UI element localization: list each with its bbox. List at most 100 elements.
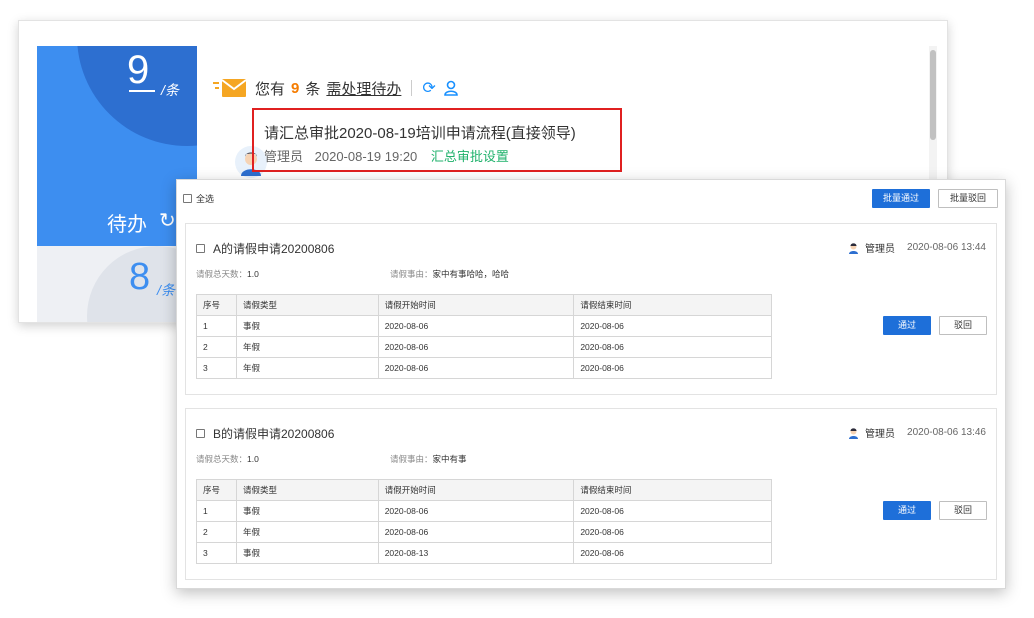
- leave-reason-value: 家中有事哈哈，哈哈: [432, 269, 510, 279]
- leave-reason-value: 家中有事: [432, 454, 467, 464]
- table-cell: 2020-08-06: [377, 357, 575, 379]
- pending-count-underline: [129, 90, 155, 92]
- table-cell: 2020-08-06: [573, 542, 772, 564]
- approve-button[interactable]: 通过: [883, 501, 931, 520]
- column-header: 序号: [196, 294, 237, 316]
- user-icon[interactable]: [443, 80, 458, 96]
- leave-request-card: B的请假申请20200806 管理员 2020-08-06 13:46 请假总天…: [185, 408, 997, 580]
- dialog-toolbar: 全选 批量通过 批量驳回: [177, 180, 1005, 216]
- column-header: 请假开始时间: [377, 294, 575, 316]
- leave-days-value: 1.0: [247, 269, 259, 279]
- batch-approval-dialog: 全选 批量通过 批量驳回 A的请假申请20200806 管理员 2020-08-…: [176, 179, 1006, 589]
- pending-stat-block[interactable]: 9 /条 待办 ↻: [37, 46, 197, 246]
- leave-days: 请假总天数：1.0: [196, 268, 259, 280]
- task-meta: 管理员 2020-08-19 19:20 汇总审批设置: [264, 146, 509, 165]
- avatar-icon: [849, 427, 859, 439]
- other-count: 8: [129, 256, 151, 298]
- column-header: 序号: [196, 479, 237, 501]
- leave-reason: 请假事由：家中有事: [390, 453, 467, 465]
- leave-days-label: 请假总天数：: [196, 454, 248, 464]
- leave-days-label: 请假总天数：: [196, 269, 248, 279]
- table-cell: 年假: [235, 357, 379, 379]
- request-owner: 管理员 2020-08-06 13:46: [848, 425, 986, 440]
- leave-reason: 请假事由：家中有事哈哈，哈哈: [390, 268, 509, 280]
- leave-days-value: 1.0: [247, 454, 259, 464]
- todo-stats-panel: 9 /条 待办 ↻ 8 /条: [37, 46, 197, 322]
- table-cell: 事假: [235, 542, 379, 564]
- table-cell: 3: [196, 357, 237, 379]
- table-row: 2 年假 2020-08-06 2020-08-06: [196, 521, 772, 543]
- pending-count: 9: [127, 48, 150, 92]
- pending-label: 待办: [107, 214, 147, 236]
- column-header: 请假类型: [235, 479, 379, 501]
- select-all-label: 全选: [196, 194, 215, 204]
- mail-icon: [213, 79, 247, 97]
- sync-icon[interactable]: ⟳: [422, 78, 435, 98]
- table-row: 1 事假 2020-08-06 2020-08-06: [196, 315, 772, 337]
- table-header-row: 序号 请假类型 请假开始时间 请假结束时间: [196, 479, 772, 501]
- approve-button[interactable]: 通过: [883, 316, 931, 335]
- leave-detail-table: 序号 请假类型 请假开始时间 请假结束时间 1 事假 2020-08-06 20…: [196, 294, 772, 379]
- notice-divider: [411, 80, 413, 96]
- request-title: B的请假申请20200806: [213, 427, 335, 441]
- request-user: 管理员: [865, 429, 896, 440]
- select-all[interactable]: 全选: [183, 192, 214, 205]
- table-cell: 2020-08-06: [573, 336, 772, 358]
- request-owner: 管理员 2020-08-06 13:44: [848, 240, 986, 255]
- request-checkbox[interactable]: [196, 244, 205, 253]
- table-cell: 1: [196, 500, 237, 522]
- column-header: 请假类型: [235, 294, 379, 316]
- notice-prefix: 您有: [255, 80, 286, 98]
- leave-request-card: A的请假申请20200806 管理员 2020-08-06 13:44 请假总天…: [185, 223, 997, 395]
- refresh-icon[interactable]: ↻: [159, 208, 176, 233]
- table-row: 2 年假 2020-08-06 2020-08-06: [196, 336, 772, 358]
- table-cell: 3: [196, 542, 237, 564]
- table-cell: 2020-08-06: [573, 500, 772, 522]
- table-cell: 2020-08-06: [573, 315, 772, 337]
- leave-days: 请假总天数：1.0: [196, 453, 259, 465]
- table-cell: 2020-08-06: [377, 521, 575, 543]
- table-cell: 2: [196, 521, 237, 543]
- select-all-checkbox[interactable]: [183, 194, 192, 203]
- table-cell: 2020-08-06: [377, 315, 575, 337]
- table-cell: 1: [196, 315, 237, 337]
- task-time: 2020-08-19 19:20: [314, 149, 418, 164]
- request-time: 2020-08-06 13:44: [907, 242, 986, 253]
- table-cell: 2020-08-06: [573, 521, 772, 543]
- reject-button[interactable]: 驳回: [939, 501, 987, 520]
- table-cell: 事假: [235, 315, 379, 337]
- table-cell: 2020-08-06: [377, 336, 575, 358]
- pending-unit: /条: [161, 82, 179, 98]
- batch-reject-button[interactable]: 批量驳回: [938, 189, 998, 208]
- notice-count: 9: [291, 79, 300, 97]
- request-checkbox[interactable]: [196, 429, 205, 438]
- column-header: 请假开始时间: [377, 479, 575, 501]
- avatar-icon: [849, 242, 859, 254]
- other-unit: /条: [157, 282, 175, 298]
- task-action-link[interactable]: 汇总审批设置: [431, 149, 509, 164]
- request-title-row: A的请假申请20200806: [196, 240, 334, 257]
- request-user: 管理员: [865, 244, 896, 255]
- task-user: 管理员: [264, 149, 304, 164]
- request-time: 2020-08-06 13:46: [907, 427, 986, 438]
- table-header-row: 序号 请假类型 请假开始时间 请假结束时间: [196, 294, 772, 316]
- table-row: 3 事假 2020-08-13 2020-08-06: [196, 542, 772, 564]
- pending-todo-link[interactable]: 需处理待办: [326, 78, 401, 99]
- reject-button[interactable]: 驳回: [939, 316, 987, 335]
- table-cell: 事假: [235, 500, 379, 522]
- request-title: A的请假申请20200806: [213, 242, 335, 256]
- notice-mid: 条: [305, 80, 321, 98]
- leave-reason-label: 请假事由：: [390, 269, 433, 279]
- pending-notice: 您有 9 条 需处理待办 ⟳: [213, 76, 458, 100]
- batch-approve-button[interactable]: 批量通过: [872, 189, 930, 208]
- column-header: 请假结束时间: [573, 294, 772, 316]
- request-title-row: B的请假申请20200806: [196, 425, 334, 442]
- column-header: 请假结束时间: [573, 479, 772, 501]
- table-cell: 2020-08-06: [573, 357, 772, 379]
- scrollbar-thumb[interactable]: [930, 50, 936, 140]
- table-row: 3 年假 2020-08-06 2020-08-06: [196, 357, 772, 379]
- table-cell: 2020-08-06: [377, 500, 575, 522]
- task-title[interactable]: 请汇总审批2020-08-19培训申请流程(直接领导): [264, 122, 576, 143]
- leave-reason-label: 请假事由：: [390, 454, 433, 464]
- leave-detail-table: 序号 请假类型 请假开始时间 请假结束时间 1 事假 2020-08-06 20…: [196, 479, 772, 564]
